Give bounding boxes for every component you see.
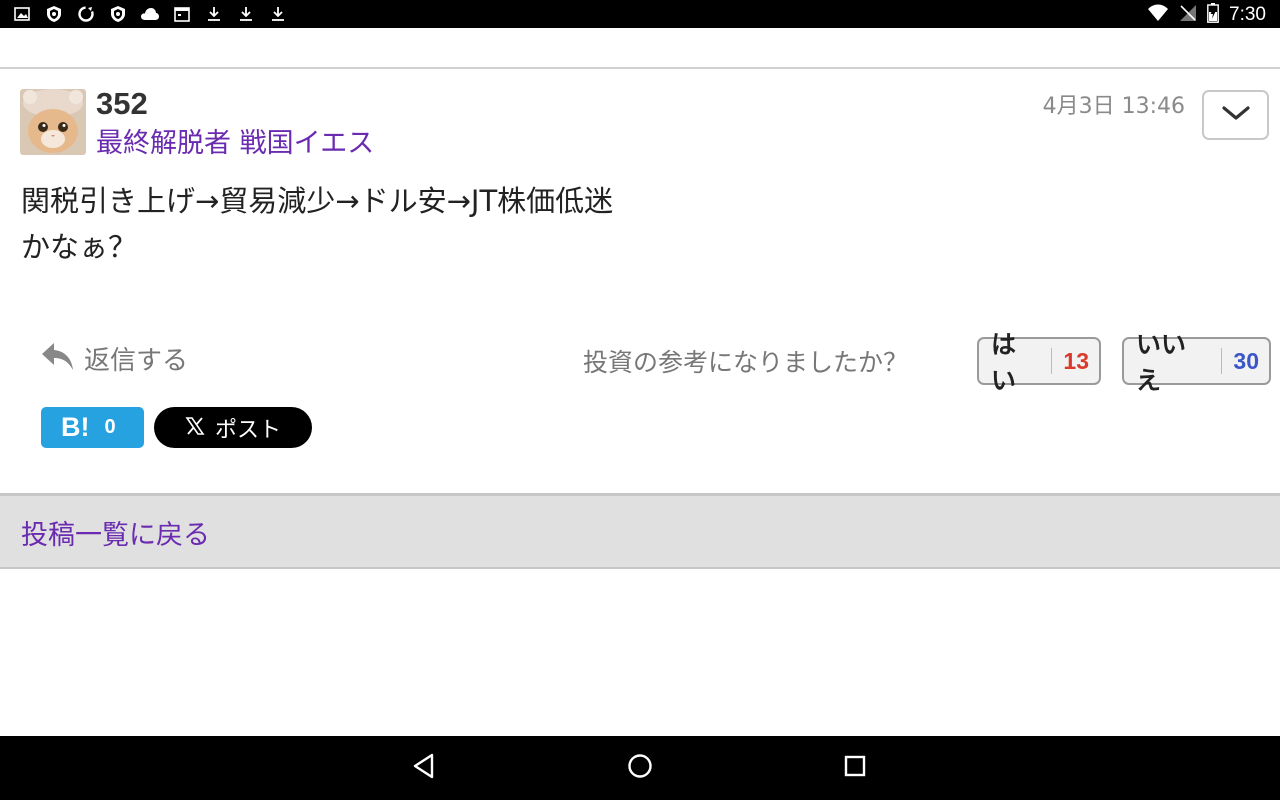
- divider: [0, 67, 1280, 69]
- hatena-count: 0: [104, 416, 116, 438]
- no-signal-icon: [1179, 4, 1197, 26]
- wifi-icon: [1147, 4, 1169, 26]
- recents-nav-button[interactable]: [840, 753, 870, 783]
- status-bar: 7:30: [0, 0, 1280, 28]
- clock: 7:30: [1229, 4, 1266, 25]
- recents-square-icon: [843, 754, 867, 782]
- vote-yes-button[interactable]: はい 13: [977, 330, 1101, 395]
- post-number: 352: [96, 86, 148, 121]
- divider: [1221, 348, 1223, 374]
- download-icon: [236, 4, 256, 24]
- vote-question: 投資の参考になりましたか？: [583, 348, 909, 377]
- battery-icon: [1207, 3, 1219, 27]
- vote-no-count: 30: [1233, 347, 1259, 374]
- back-nav-button[interactable]: [409, 753, 439, 783]
- hatena-bookmark-button[interactable]: B! 0: [41, 407, 144, 448]
- cloud-icon: [140, 4, 160, 24]
- post-body-line: 関税引き上げ→貿易減少→ドル安→JT株価低迷: [21, 184, 614, 218]
- divider: [1051, 348, 1053, 374]
- post-body: 関税引き上げ→貿易減少→ドル安→JT株価低迷 かなぁ？: [21, 178, 613, 270]
- vote-yes-count: 13: [1063, 347, 1089, 374]
- post-menu-button[interactable]: [1202, 90, 1269, 140]
- shield-icon: [108, 4, 128, 24]
- avatar[interactable]: [20, 89, 86, 155]
- post-timestamp: 4月3日 13:46: [1042, 94, 1185, 119]
- download-icon: [268, 4, 288, 24]
- x-post-label: ポスト: [214, 417, 281, 443]
- image-icon: [12, 4, 32, 24]
- vote-no-label: いいえ: [1136, 330, 1187, 395]
- download-icon: [204, 4, 224, 24]
- shield-icon: [44, 4, 64, 24]
- x-logo-icon: [185, 416, 205, 440]
- home-circle-icon: [627, 753, 653, 783]
- back-to-list-link[interactable]: 投稿一覧に戻る: [21, 513, 210, 552]
- chevron-down-icon: [1221, 105, 1251, 125]
- navigation-bar: [0, 736, 1280, 800]
- back-to-list-bar: 投稿一覧に戻る: [0, 493, 1280, 569]
- reply-icon: [40, 341, 76, 377]
- home-nav-button[interactable]: [625, 753, 655, 783]
- calendar-icon: [172, 4, 192, 24]
- vote-no-button[interactable]: いいえ 30: [1122, 330, 1271, 395]
- author-name[interactable]: 最終解脱者 戦国イエス: [96, 121, 374, 160]
- vote-yes-label: はい: [991, 330, 1017, 395]
- hatena-logo: B!: [61, 412, 90, 442]
- x-post-button[interactable]: ポスト: [154, 407, 312, 448]
- post-body-line: かなぁ？: [21, 230, 138, 264]
- reply-label: 返信する: [84, 346, 189, 376]
- sync-icon: [76, 4, 96, 24]
- back-triangle-icon: [412, 753, 436, 783]
- reply-button[interactable]: 返信する: [40, 340, 188, 377]
